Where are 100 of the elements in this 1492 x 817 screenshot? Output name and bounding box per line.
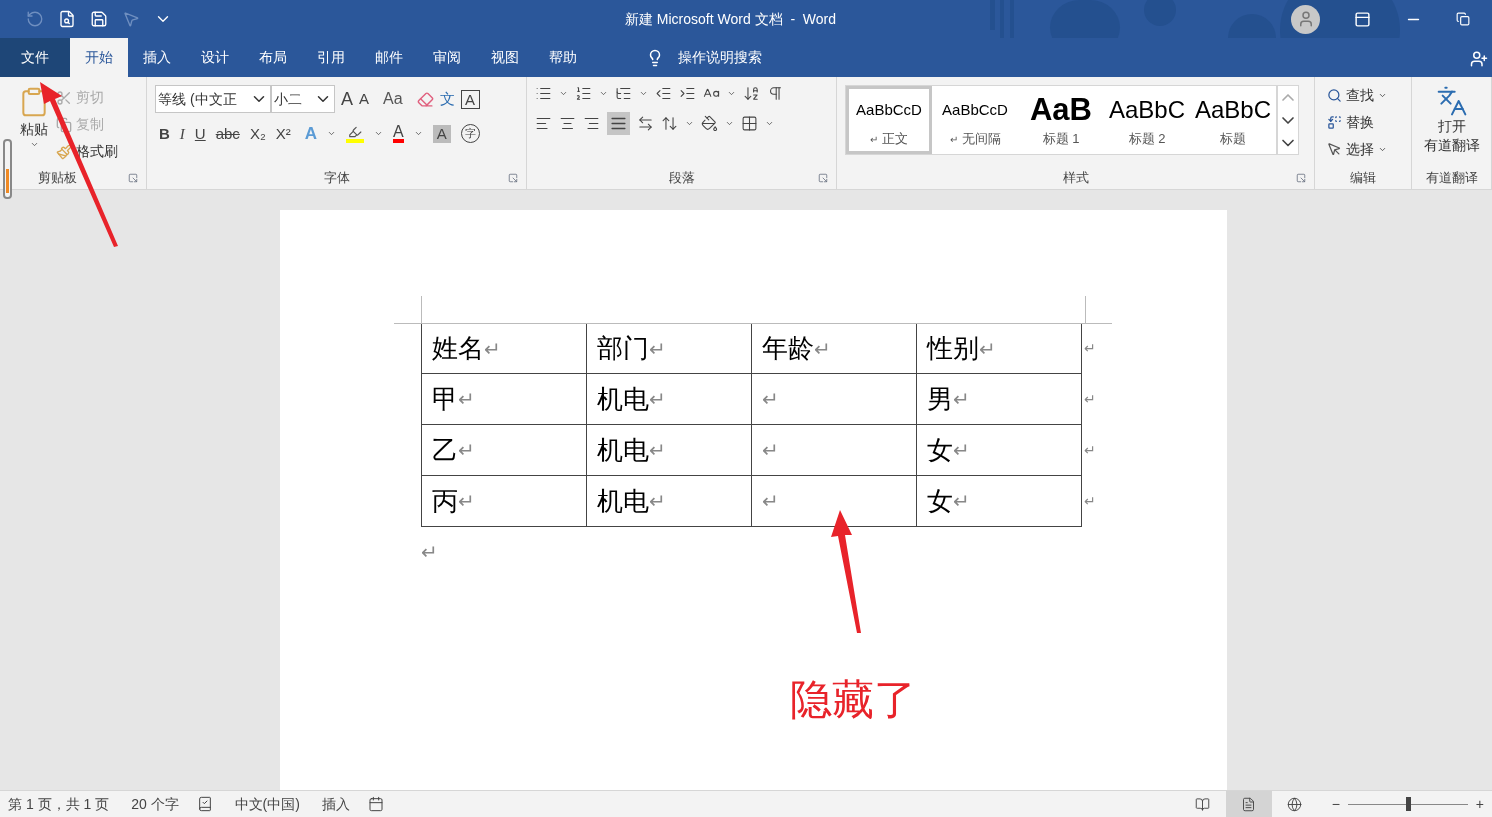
replace-button[interactable]: 替换	[1327, 112, 1403, 133]
table-cell: 年龄↵	[751, 323, 916, 374]
row-end-mark: ↵	[1084, 492, 1096, 511]
show-marks-icon[interactable]	[767, 85, 784, 102]
ribbon-tab[interactable]: 设计	[186, 38, 244, 77]
dialog-launcher-icon[interactable]	[1296, 173, 1306, 183]
numbering-icon[interactable]	[575, 85, 592, 102]
italic-button[interactable]: I	[179, 122, 185, 145]
share-icon[interactable]	[1470, 50, 1488, 68]
caret-icon[interactable]	[639, 89, 648, 98]
caret-icon	[1378, 145, 1387, 154]
ribbon-tab[interactable]: 视图	[476, 38, 534, 77]
change-case-button[interactable]: Aa	[383, 87, 403, 111]
highlight-button[interactable]	[346, 124, 364, 143]
page-count[interactable]: 第 1 页，共 1 页	[8, 793, 110, 815]
replace-icon	[1327, 115, 1342, 130]
word-count[interactable]: 20 个字	[131, 793, 179, 815]
style-item[interactable]: AaBbC 标题 2	[1104, 86, 1190, 154]
bullets-icon[interactable]	[535, 85, 552, 102]
zoom-slider[interactable]	[1347, 797, 1468, 811]
sort-icon[interactable]	[743, 85, 760, 102]
search-icon	[1327, 88, 1342, 103]
table-cell: 机电↵	[586, 425, 751, 476]
caret-icon[interactable]	[599, 89, 608, 98]
font-name-field[interactable]: 等线 (中文正	[155, 85, 271, 113]
table-cell: 女↵	[916, 425, 1082, 476]
ribbon-tab[interactable]: 引用	[302, 38, 360, 77]
align-right-icon[interactable]	[583, 115, 600, 132]
print-view-icon	[1241, 796, 1257, 812]
open-translate-button[interactable]: 打开 有道翻译	[1420, 85, 1483, 155]
zoom-in-button[interactable]: +	[1475, 793, 1484, 815]
ribbon-tab[interactable]: 插入	[128, 38, 186, 77]
print-preview-icon[interactable]	[58, 10, 76, 28]
increase-indent-icon[interactable]	[679, 85, 696, 102]
sup-button[interactable]: X²	[275, 122, 291, 145]
dialog-launcher-icon[interactable]	[128, 173, 138, 183]
shrink-font-button[interactable]: A	[359, 87, 370, 111]
style-item[interactable]: AaB 标题 1	[1018, 86, 1104, 154]
shading-button[interactable]: A	[432, 124, 451, 143]
align-center-icon[interactable]	[559, 115, 576, 132]
strike-button[interactable]: abc	[215, 122, 240, 145]
group-label: 剪贴板	[38, 169, 77, 188]
group-label: 字体	[323, 169, 350, 188]
tell-me-search[interactable]: 操作说明搜索	[646, 38, 762, 77]
group-label: 有道翻译	[1425, 169, 1478, 188]
dialog-launcher-icon[interactable]	[818, 173, 828, 183]
table-cell: ↵	[751, 425, 916, 476]
caret-icon[interactable]	[727, 89, 736, 98]
print-view-button[interactable]	[1225, 791, 1272, 817]
multilevel-list-icon[interactable]	[615, 85, 632, 102]
character-border-button[interactable]: A	[460, 89, 480, 109]
ribbon-tab[interactable]: 邮件	[360, 38, 418, 77]
shading-icon[interactable]	[701, 115, 718, 132]
borders-icon[interactable]	[741, 115, 758, 132]
zoom-thumb[interactable]	[1405, 797, 1411, 811]
ribbon-tab[interactable]: 开始	[70, 38, 128, 77]
clear-format-icon[interactable]	[416, 90, 434, 108]
sub-button[interactable]: X₂	[249, 122, 266, 145]
bold-button[interactable]: B	[159, 122, 170, 145]
save-icon[interactable]	[90, 10, 108, 28]
restore-icon[interactable]	[1456, 12, 1470, 26]
file-tab[interactable]: 文件	[0, 38, 70, 77]
caret-icon[interactable]	[559, 89, 568, 98]
proofing-icon[interactable]	[196, 796, 213, 812]
ribbon-display-icon[interactable]	[1354, 10, 1371, 28]
font-size-field[interactable]: 小二	[271, 85, 335, 113]
caret-icon[interactable]	[765, 119, 774, 128]
side-handle[interactable]	[3, 139, 12, 199]
table-cell: 部门↵	[586, 323, 751, 374]
style-item[interactable]: AaBbCcD ↵ 无间隔	[932, 86, 1018, 154]
ribbon-tab[interactable]: 审阅	[418, 38, 476, 77]
insert-mode-status[interactable]: 插入	[321, 793, 350, 815]
macro-icon[interactable]	[367, 796, 384, 812]
find-button[interactable]: 查找	[1327, 85, 1403, 106]
grow-font-button[interactable]: A	[341, 85, 353, 113]
distribute-icon[interactable]	[637, 115, 654, 132]
select-button[interactable]: 选择	[1327, 139, 1403, 160]
row-end-mark: ↵	[1084, 339, 1096, 358]
format-painter-button[interactable]: 格式刷	[56, 141, 118, 162]
phonetic-guide-button[interactable]: 文	[439, 87, 455, 111]
underline-button[interactable]: U	[194, 122, 206, 145]
font-color-button[interactable]: A	[393, 124, 404, 144]
justify-button[interactable]	[607, 112, 630, 135]
zoom-out-button[interactable]: −	[1331, 793, 1340, 815]
caret-icon[interactable]	[725, 119, 734, 128]
dialog-launcher-icon[interactable]	[508, 173, 518, 183]
table-cell: 性别↵	[916, 323, 1082, 374]
caret-icon[interactable]	[685, 119, 694, 128]
paste-button[interactable]: 粘贴	[16, 85, 52, 162]
language-status[interactable]: 中文(中国)	[234, 793, 300, 815]
ribbon-tab[interactable]: 布局	[244, 38, 302, 77]
style-item[interactable]: AaBbCcD ↵ 正文	[846, 86, 932, 154]
row-end-mark: ↵	[1084, 390, 1096, 409]
table-cell: ↵	[751, 374, 916, 425]
line-spacing-icon[interactable]	[661, 115, 678, 132]
align-left-icon[interactable]	[535, 115, 552, 132]
ribbon-tab[interactable]: 帮助	[534, 38, 592, 77]
style-item[interactable]: AaBbC 标题	[1190, 86, 1276, 154]
decrease-indent-icon[interactable]	[655, 85, 672, 102]
paragraph-mark: ↵	[421, 540, 439, 565]
